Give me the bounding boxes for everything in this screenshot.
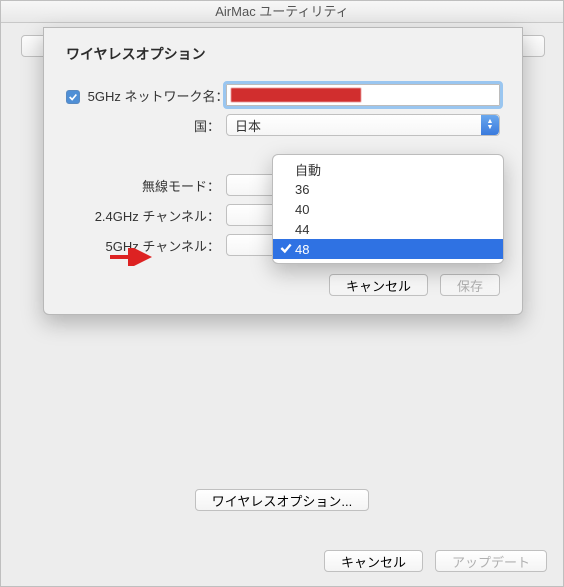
dropdown-item-自動[interactable]: 自動	[273, 159, 503, 179]
select-country[interactable]: 日本 ▲▼	[226, 114, 500, 136]
select-country-value: 日本	[235, 116, 261, 135]
sheet-button-row: キャンセル 保存	[66, 274, 500, 296]
dropdown-item-label: 44	[295, 222, 309, 237]
dropdown-item-label: 自動	[295, 160, 321, 179]
label-5ghz-channel: 5GHz チャンネル：	[66, 236, 226, 255]
dropdown-item-label: 36	[295, 182, 309, 197]
updown-arrows-icon: ▲▼	[481, 115, 499, 135]
dropdown-item-48[interactable]: 48	[273, 239, 503, 259]
input-5ghz-name[interactable]	[226, 84, 500, 106]
wireless-options-button[interactable]: ワイヤレスオプション...	[195, 489, 369, 511]
checkbox-5ghz-name[interactable]	[66, 90, 80, 104]
cancel-button[interactable]: キャンセル	[329, 274, 428, 296]
dropdown-5ghz-channel[interactable]: 自動 36 40 44 48	[272, 154, 504, 264]
label-country: 国：	[66, 116, 226, 135]
dropdown-item-44[interactable]: 44	[273, 219, 503, 239]
window: AirMac ユーティリティ ワイヤレスオプション 5GHz ネットワーク名： …	[0, 0, 564, 587]
row-country: 国： 日本 ▲▼	[66, 110, 500, 140]
footer-update-button: アップデート	[435, 550, 547, 572]
dropdown-item-label: 48	[295, 242, 309, 257]
bottom-options-row: ワイヤレスオプション...	[1, 489, 563, 511]
label-wireless-mode: 無線モード：	[66, 176, 226, 195]
save-button: 保存	[440, 274, 500, 296]
sheet-title: ワイヤレスオプション	[66, 44, 500, 64]
label-5ghz-name: 5GHz ネットワーク名：	[66, 86, 226, 105]
label-5ghz-name-text: 5GHz ネットワーク名：	[88, 89, 229, 104]
dropdown-item-36[interactable]: 36	[273, 179, 503, 199]
check-icon	[279, 241, 293, 255]
row-5ghz-name: 5GHz ネットワーク名：	[66, 80, 500, 110]
footer-button-row: キャンセル アップデート	[324, 550, 547, 572]
dropdown-item-label: 40	[295, 202, 309, 217]
redacted-network-name	[231, 88, 361, 102]
dropdown-item-40[interactable]: 40	[273, 199, 503, 219]
window-title: AirMac ユーティリティ	[1, 1, 563, 23]
footer-cancel-button[interactable]: キャンセル	[324, 550, 423, 572]
label-24ghz-channel: 2.4GHz チャンネル：	[66, 206, 226, 225]
wireless-options-sheet: ワイヤレスオプション 5GHz ネットワーク名： 国： 日本 ▲▼	[43, 27, 523, 315]
